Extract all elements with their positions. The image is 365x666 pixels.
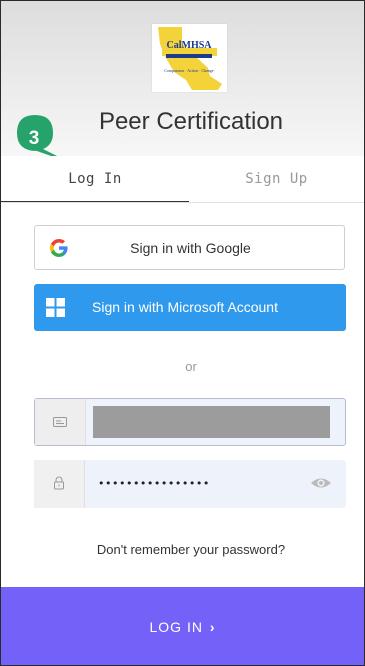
microsoft-icon: [46, 298, 65, 317]
auth-tabs: Log In Sign Up: [1, 156, 364, 203]
id-card-icon: [53, 417, 67, 427]
eye-icon[interactable]: [310, 475, 332, 491]
username-field[interactable]: [34, 398, 346, 446]
log-in-button-label: LOG IN ›: [1, 619, 364, 635]
forgot-password-link[interactable]: Don't remember your password?: [1, 542, 364, 557]
tab-log-in[interactable]: Log In: [1, 156, 189, 202]
log-in-label-text: LOG IN: [149, 619, 203, 635]
redacted-username: [93, 406, 330, 438]
password-field[interactable]: [34, 460, 346, 508]
sign-in-microsoft-button[interactable]: Sign in with Microsoft Account: [34, 284, 346, 331]
microsoft-button-label: Sign in with Microsoft Account: [92, 299, 278, 315]
logo-tagline: Compassion · Action · Change: [164, 68, 214, 73]
logo-text: CalMHSA: [167, 40, 213, 51]
sign-in-google-button[interactable]: Sign in with Google: [34, 225, 345, 270]
chevron-right-icon: ›: [209, 619, 216, 635]
or-divider: or: [185, 359, 197, 374]
step-badge-number: 3: [28, 128, 40, 149]
password-icon-box: [34, 460, 85, 508]
login-widget: CalMHSA Compassion · Action · Change Pee…: [0, 0, 365, 666]
lock-icon: [54, 476, 64, 490]
calmhsa-logo: CalMHSA Compassion · Action · Change: [152, 24, 227, 92]
password-input[interactable]: [98, 474, 298, 492]
log-in-button[interactable]: LOG IN ›: [1, 587, 364, 665]
tab-sign-up[interactable]: Sign Up: [189, 156, 364, 202]
google-button-label: Sign in with Google: [130, 240, 251, 256]
username-icon-box: [35, 399, 86, 445]
